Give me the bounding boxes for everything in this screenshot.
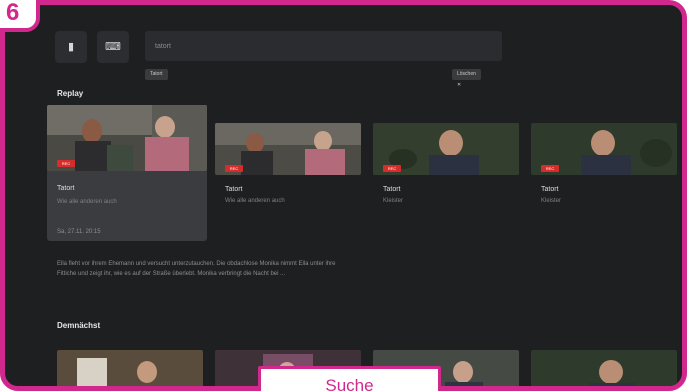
card-title: Tatort xyxy=(225,186,243,193)
card-subtitle: Kleister xyxy=(383,198,404,204)
card-title: Tatort xyxy=(541,186,559,193)
replay-card[interactable]: REC Tatort Wie alle anderen auch xyxy=(215,123,361,259)
card-subtitle: Wie alle anderen auch xyxy=(57,199,117,205)
keyboard-button[interactable]: ⌨ xyxy=(97,31,129,63)
live-badge: REC xyxy=(541,165,559,172)
section-title-replay: Replay xyxy=(57,89,84,98)
tile-view-button[interactable]: ▮ xyxy=(55,31,87,63)
live-badge: REC xyxy=(57,160,75,167)
clear-search-button[interactable]: Löschen ✕ xyxy=(452,69,481,88)
tv-screen: ▮ ⌨ Tatort Löschen ✕ Replay REC Tatort W xyxy=(0,0,687,391)
upcoming-thumbnail[interactable] xyxy=(57,350,203,386)
thumbnail-image: REC xyxy=(373,123,519,175)
upcoming-thumbnail[interactable] xyxy=(531,350,677,386)
live-badge: REC xyxy=(225,165,243,172)
keyboard-icon: ⌨ xyxy=(105,41,121,53)
suggestion-chip[interactable]: Tatort xyxy=(145,69,168,80)
section-title-upcoming: Demnächst xyxy=(57,321,101,330)
thumbnail-image: REC xyxy=(215,123,361,175)
program-description: Ella fleht vor ihrem Ehemann und versuch… xyxy=(57,261,336,277)
card-date: Sa, 27.11. 20:15 xyxy=(57,229,101,235)
step-number-badge: 6 xyxy=(0,0,40,32)
thumbnail-image: REC xyxy=(47,105,207,171)
thumbnail-image: REC xyxy=(531,123,677,175)
card-subtitle: Wie alle anderen auch xyxy=(225,198,285,204)
replay-card[interactable]: REC Tatort Wie alle anderen auch Sa, 27.… xyxy=(47,105,207,241)
card-title: Tatort xyxy=(57,185,75,192)
card-title: Tatort xyxy=(383,186,401,193)
live-badge: REC xyxy=(383,165,401,172)
replay-card[interactable]: REC Tatort Kleister xyxy=(531,123,677,259)
search-input[interactable] xyxy=(145,31,502,61)
tile-icon: ▮ xyxy=(67,41,75,53)
callout-label: Suche xyxy=(258,366,441,391)
card-subtitle: Kleister xyxy=(541,198,562,204)
replay-card[interactable]: REC Tatort Kleister xyxy=(373,123,519,259)
